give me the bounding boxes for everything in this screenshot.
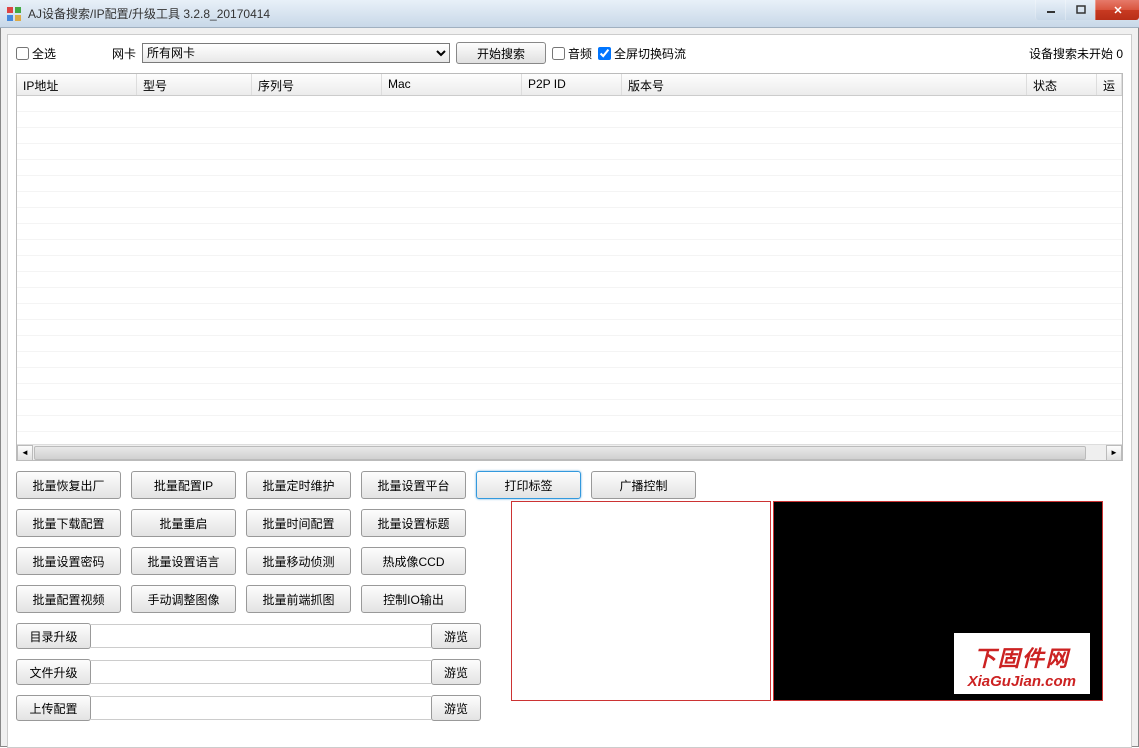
table-row <box>17 336 1122 352</box>
table-row <box>17 352 1122 368</box>
upload-config-browse-button[interactable]: 游览 <box>431 695 481 721</box>
batch-platform-button[interactable]: 批量设置平台 <box>361 471 466 499</box>
table-row <box>17 208 1122 224</box>
table-body <box>17 96 1122 446</box>
watermark-cn: 下固件网 <box>968 641 1076 673</box>
audio-checkbox[interactable] <box>552 47 565 60</box>
file-upgrade-browse-button[interactable]: 游览 <box>431 659 481 685</box>
nic-label: 网卡 <box>112 45 136 62</box>
batch-maintenance-button[interactable]: 批量定时维护 <box>246 471 351 499</box>
dir-upgrade-button[interactable]: 目录升级 <box>16 623 91 649</box>
batch-factory-reset-button[interactable]: 批量恢复出厂 <box>16 471 121 499</box>
preview-right: 下固件网 XiaGuJian.com <box>773 501 1103 701</box>
broadcast-control-button[interactable]: 广播控制 <box>591 471 696 499</box>
col-model[interactable]: 型号 <box>137 74 252 95</box>
watermark-en: XiaGuJian.com <box>968 673 1076 690</box>
fullscreen-switch-text: 全屏切换码流 <box>614 45 686 62</box>
dir-upgrade-browse-button[interactable]: 游览 <box>431 623 481 649</box>
table-row <box>17 400 1122 416</box>
maximize-button[interactable] <box>1065 0 1095 20</box>
upload-config-input[interactable] <box>91 696 431 720</box>
batch-front-snapshot-button[interactable]: 批量前端抓图 <box>246 585 351 613</box>
horizontal-scrollbar[interactable]: ◄ ► <box>17 444 1122 460</box>
fullscreen-switch-label[interactable]: 全屏切换码流 <box>598 45 686 62</box>
audio-text: 音频 <box>568 45 592 62</box>
nic-select[interactable]: 所有网卡 <box>142 43 450 63</box>
batch-password-button[interactable]: 批量设置密码 <box>16 547 121 575</box>
table-row <box>17 112 1122 128</box>
batch-download-config-button[interactable]: 批量下载配置 <box>16 509 121 537</box>
col-mac[interactable]: Mac <box>382 74 522 95</box>
table-row <box>17 256 1122 272</box>
fullscreen-switch-checkbox[interactable] <box>598 47 611 60</box>
col-p2p[interactable]: P2P ID <box>522 74 622 95</box>
window-title: AJ设备搜索/IP配置/升级工具 3.2.8_20170414 <box>28 5 270 22</box>
table-row <box>17 304 1122 320</box>
table-row <box>17 288 1122 304</box>
thermal-ccd-button[interactable]: 热成像CCD <box>361 547 466 575</box>
col-ip[interactable]: IP地址 <box>17 74 137 95</box>
start-search-button[interactable]: 开始搜索 <box>456 42 546 64</box>
dir-upgrade-input[interactable] <box>91 624 431 648</box>
print-label-button[interactable]: 打印标签 <box>476 471 581 499</box>
table-row <box>17 96 1122 112</box>
col-serial[interactable]: 序列号 <box>252 74 382 95</box>
preview-left <box>511 501 771 701</box>
search-status: 设备搜索未开始 0 <box>1029 45 1123 62</box>
batch-config-ip-button[interactable]: 批量配置IP <box>131 471 236 499</box>
file-upgrade-button[interactable]: 文件升级 <box>16 659 91 685</box>
table-row <box>17 320 1122 336</box>
table-row <box>17 144 1122 160</box>
table-row <box>17 128 1122 144</box>
batch-reboot-button[interactable]: 批量重启 <box>131 509 236 537</box>
batch-language-button[interactable]: 批量设置语言 <box>131 547 236 575</box>
table-row <box>17 240 1122 256</box>
select-all-checkbox-label[interactable]: 全选 <box>16 45 56 62</box>
batch-title-button[interactable]: 批量设置标题 <box>361 509 466 537</box>
scroll-thumb[interactable] <box>34 446 1086 460</box>
table-header: IP地址 型号 序列号 Mac P2P ID 版本号 状态 运 <box>17 74 1122 96</box>
col-version[interactable]: 版本号 <box>622 74 1027 95</box>
scroll-left-icon[interactable]: ◄ <box>17 445 33 461</box>
table-row <box>17 272 1122 288</box>
manual-image-adjust-button[interactable]: 手动调整图像 <box>131 585 236 613</box>
table-row <box>17 224 1122 240</box>
batch-time-config-button[interactable]: 批量时间配置 <box>246 509 351 537</box>
close-button[interactable] <box>1095 0 1139 20</box>
table-row <box>17 160 1122 176</box>
scroll-track[interactable] <box>33 445 1106 461</box>
select-all-checkbox[interactable] <box>16 47 29 60</box>
window-controls <box>1035 0 1139 20</box>
title-bar: AJ设备搜索/IP配置/升级工具 3.2.8_20170414 <box>0 0 1139 28</box>
device-table: IP地址 型号 序列号 Mac P2P ID 版本号 状态 运 <box>16 73 1123 461</box>
audio-checkbox-label[interactable]: 音频 <box>552 45 592 62</box>
file-upgrade-input[interactable] <box>91 660 431 684</box>
table-row <box>17 176 1122 192</box>
table-row <box>17 416 1122 432</box>
app-icon <box>6 6 22 22</box>
col-state[interactable]: 状态 <box>1027 74 1097 95</box>
batch-motion-detect-button[interactable]: 批量移动侦测 <box>246 547 351 575</box>
upload-config-button[interactable]: 上传配置 <box>16 695 91 721</box>
control-io-output-button[interactable]: 控制IO输出 <box>361 585 466 613</box>
table-row <box>17 192 1122 208</box>
watermark: 下固件网 XiaGuJian.com <box>954 633 1090 694</box>
preview-area: 下固件网 XiaGuJian.com <box>511 501 1103 701</box>
col-run[interactable]: 运 <box>1097 74 1122 95</box>
scroll-right-icon[interactable]: ► <box>1106 445 1122 461</box>
minimize-button[interactable] <box>1035 0 1065 20</box>
table-row <box>17 384 1122 400</box>
batch-video-config-button[interactable]: 批量配置视频 <box>16 585 121 613</box>
table-row <box>17 368 1122 384</box>
select-all-text: 全选 <box>32 45 56 62</box>
toolbar: 全选 网卡 所有网卡 开始搜索 音频 全屏切换码流 设备搜索未开始 0 <box>16 41 1123 65</box>
